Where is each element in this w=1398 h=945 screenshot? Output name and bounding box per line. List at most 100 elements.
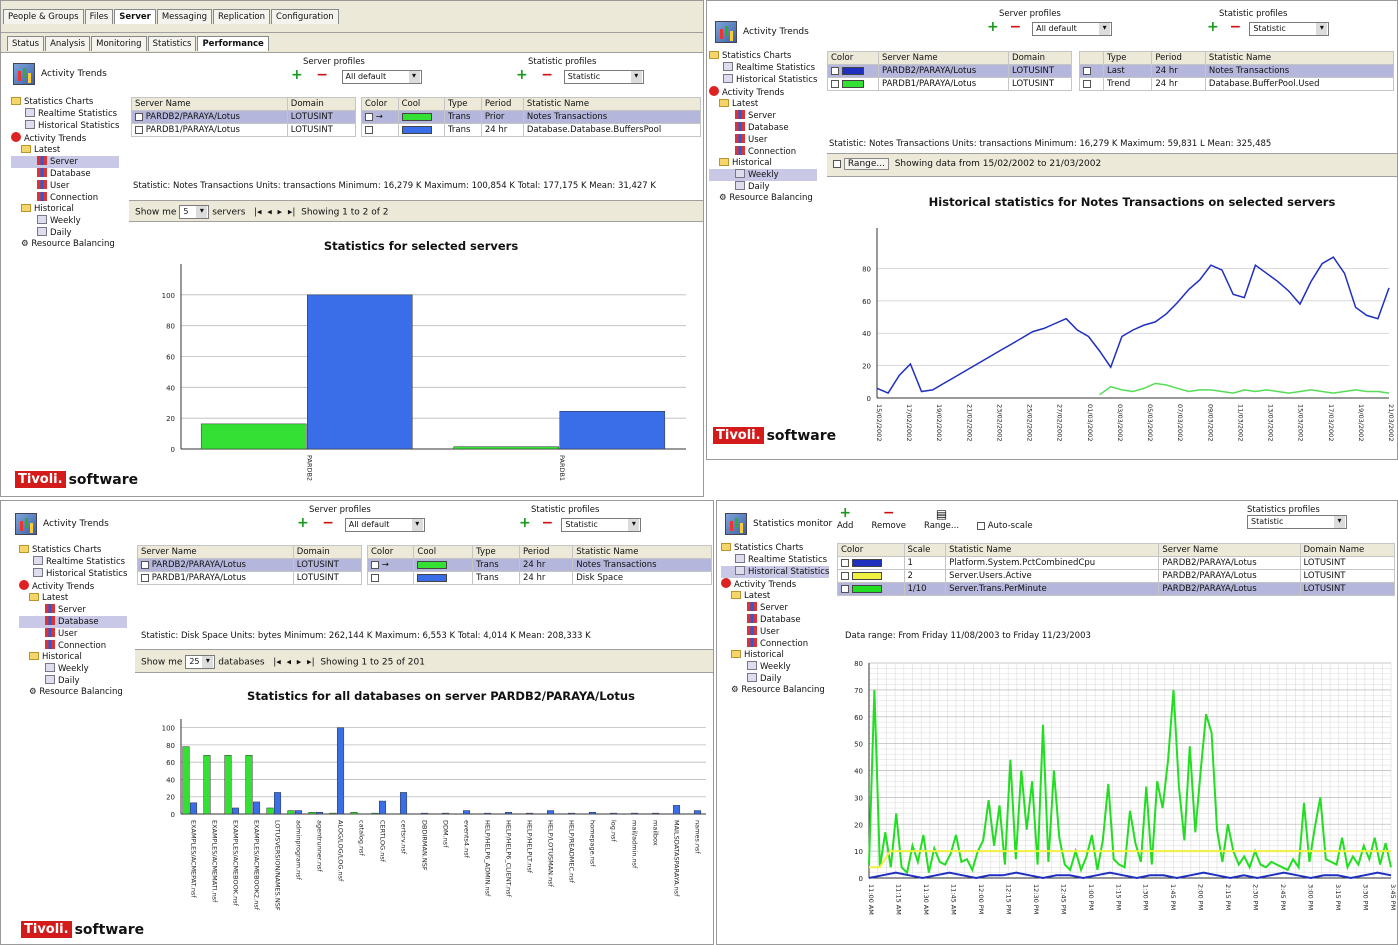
tree-realtime[interactable]: Realtime Statistics [721,554,829,566]
tree-connection[interactable]: Connection [11,192,119,204]
tree-latest[interactable]: Latest [11,145,119,156]
row-checkbox[interactable] [135,125,143,134]
subtab-analysis[interactable]: Analysis [45,36,91,51]
table-row[interactable]: → Trans 24 hr Notes Transactions [366,558,712,572]
table-row[interactable]: Trend 24 hr Database.BufferPool.Used [1079,77,1395,91]
tree-statistics-charts[interactable]: Statistics Charts [19,545,127,556]
add-server-button[interactable]: + [297,515,309,531]
table-row[interactable]: PARDB1/PARAYA/Lotus LOTUSINT [131,123,357,137]
subtab-monitoring[interactable]: Monitoring [91,36,147,51]
tab-files[interactable]: Files [84,9,114,24]
tree-realtime[interactable]: Realtime Statistics [709,62,817,74]
table-row[interactable]: 1 Platform.System.PctCombinedCpu PARDB2/PA… [837,556,1395,570]
add-server-button[interactable]: + [987,19,999,35]
tree-statistics-charts[interactable]: Statistics Charts [721,543,829,554]
table-row[interactable]: 1/10 Server.Trans.PerMinute PARDB2/PARAYA/… [837,582,1395,596]
tree-realtime[interactable]: Realtime Statistics [19,556,127,568]
tree-realtime[interactable]: Realtime Statistics [11,108,119,120]
first-page-button[interactable]: |◂ [254,208,262,218]
tree-server[interactable]: Server [11,156,120,168]
tree-daily[interactable]: Daily [11,227,119,239]
table-row[interactable]: PARDB2/PARAYA/Lotus LOTUSINT [137,558,363,572]
server-profile-select[interactable]: All default [1032,21,1113,36]
tree-resource[interactable]: ⚙ Resource Balancing [721,685,829,696]
tree-activity-trends[interactable]: Activity Trends [19,580,127,593]
tree-database[interactable]: Database [721,614,829,626]
tree-activity-trends[interactable]: Activity Trends [709,86,817,99]
tree-connection[interactable]: Connection [709,146,817,158]
statistic-profile-select[interactable]: Statistic [1249,21,1330,36]
tree-connection[interactable]: Connection [19,640,127,652]
tree-user[interactable]: User [709,134,817,146]
tree-connection[interactable]: Connection [721,638,829,650]
prev-page-button[interactable]: ◂ [267,208,272,218]
tree-statistics-charts[interactable]: Statistics Charts [709,51,817,62]
tree-server[interactable]: Server [709,110,817,122]
remove-statistic-button[interactable]: − [1230,19,1242,35]
tree-latest[interactable]: Latest [721,591,829,602]
table-row[interactable]: Trans 24 hr Disk Space [366,571,712,585]
tree-historical-stats[interactable]: Historical Statistics [709,74,817,86]
tab-people[interactable]: People & Groups [3,9,84,24]
table-row[interactable]: PARDB2/PARAYA/Lotus LOTUSINT [827,64,1072,78]
range-button[interactable]: ▤ Range... [924,507,959,531]
col-server-name[interactable]: Server Name [131,97,288,111]
col-domain[interactable]: Domain [286,97,357,111]
row-checkbox[interactable] [135,112,143,121]
tree-database[interactable]: Database [19,616,128,628]
range-button[interactable]: Range... [843,158,889,170]
tree-resource[interactable]: ⚙ Resource Balancing [11,239,119,250]
prev-page-button[interactable]: ◂ [287,658,292,668]
remove-button[interactable]: − Remove [871,505,906,531]
tree-resource[interactable]: ⚙ Resource Balancing [709,193,817,204]
tree-historical-stats[interactable]: Historical Statistics [19,568,127,580]
table-row[interactable]: PARDB1/PARAYA/Lotus LOTUSINT [827,77,1072,91]
tree-database[interactable]: Database [709,122,817,134]
remove-server-button[interactable]: − [322,515,334,531]
add-button[interactable]: + Add [837,505,853,531]
remove-statistic-button[interactable]: − [541,67,553,83]
add-server-button[interactable]: + [291,67,303,83]
remove-statistic-button[interactable]: − [542,515,554,531]
table-row[interactable]: PARDB1/PARAYA/Lotus LOTUSINT [137,571,363,585]
table-row[interactable]: Trans 24 hr Database.Database.BuffersPool [361,123,702,137]
first-page-button[interactable]: |◂ [273,658,281,668]
server-profile-select[interactable]: All default [341,69,422,84]
tree-resource[interactable]: ⚙ Resource Balancing [19,687,127,698]
tree-daily[interactable]: Daily [19,675,127,687]
tree-user[interactable]: User [19,628,127,640]
add-statistic-button[interactable]: + [516,67,528,83]
tree-database[interactable]: Database [11,168,119,180]
server-profile-select[interactable]: All default [344,517,425,532]
tree-statistics-charts[interactable]: Statistics Charts [11,97,119,108]
tab-configuration[interactable]: Configuration [271,9,339,24]
subtab-statistics[interactable]: Statistics [147,36,197,51]
tree-latest[interactable]: Latest [19,593,127,604]
tree-historical[interactable]: Historical [709,158,817,169]
tree-weekly[interactable]: Weekly [19,663,127,675]
tree-latest[interactable]: Latest [709,99,817,110]
remove-server-button[interactable]: − [316,67,328,83]
subtab-performance[interactable]: Performance [197,36,269,51]
table-row[interactable]: → Trans Prior Notes Transactions [361,110,702,124]
add-statistic-button[interactable]: + [1207,19,1219,35]
tree-server[interactable]: Server [721,602,829,614]
tree-user[interactable]: User [721,626,829,638]
tab-server[interactable]: Server [114,9,156,24]
tree-daily[interactable]: Daily [709,181,817,193]
tree-weekly[interactable]: Weekly [11,215,119,227]
next-page-button[interactable]: ▸ [297,658,302,668]
tree-historical[interactable]: Historical [11,204,119,215]
tree-historical-stats[interactable]: Historical Statistics [721,566,830,578]
tab-messaging[interactable]: Messaging [156,9,212,24]
tree-server[interactable]: Server [19,604,127,616]
next-page-button[interactable]: ▸ [278,208,283,218]
tree-historical[interactable]: Historical [721,650,829,661]
tree-daily[interactable]: Daily [721,673,829,685]
add-statistic-button[interactable]: + [519,515,531,531]
page-size-select[interactable]: 25 [185,655,216,669]
statistics-profile-select[interactable]: Statistic [1247,515,1347,529]
tab-replication[interactable]: Replication [212,9,271,24]
tree-weekly[interactable]: Weekly [709,169,818,181]
last-page-button[interactable]: ▸| [288,208,296,218]
